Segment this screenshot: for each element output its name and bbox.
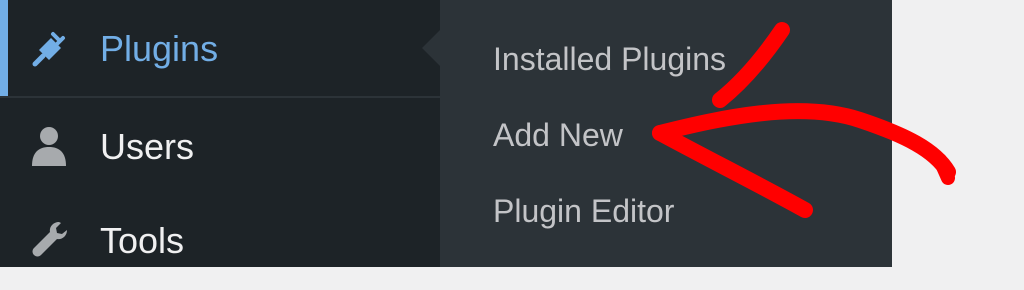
plugins-submenu: Installed Plugins Add New Plugin Editor <box>440 0 892 267</box>
sidebar-item-tools[interactable]: Tools <box>0 194 440 290</box>
submenu-item-installed-plugins[interactable]: Installed Plugins <box>493 41 813 78</box>
sidebar-item-plugins[interactable]: Plugins <box>0 0 440 96</box>
submenu-item-add-new[interactable]: Add New <box>493 117 623 154</box>
sidebar-item-label: Users <box>100 126 195 167</box>
sidebar-item-label: Plugins <box>100 28 219 69</box>
submenu-pointer <box>422 30 440 66</box>
admin-sidebar: Plugins Users Tools <box>0 0 440 267</box>
user-icon <box>25 122 73 170</box>
plug-icon <box>25 24 73 72</box>
sidebar-item-label: Tools <box>100 220 185 261</box>
submenu-item-plugin-editor[interactable]: Plugin Editor <box>493 193 674 230</box>
wrench-icon <box>25 214 73 262</box>
active-indicator <box>0 0 8 96</box>
sidebar-item-users[interactable]: Users <box>0 98 440 194</box>
